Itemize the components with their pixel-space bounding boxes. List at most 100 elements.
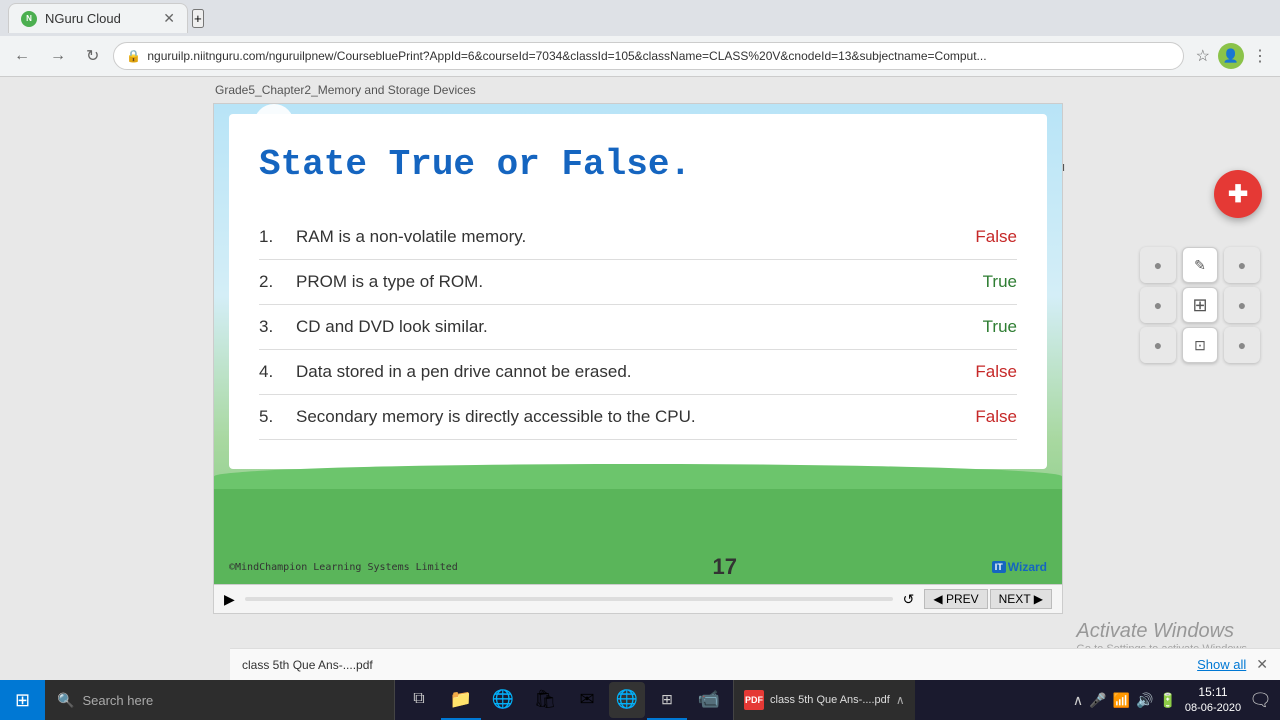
url-text: nguruilp.niitnguru.com/nguruilpnew/Cours… bbox=[147, 49, 986, 63]
questions-list: 1. RAM is a non-volatile memory. False 2… bbox=[259, 215, 1017, 440]
ft-edit-button[interactable]: ✎ bbox=[1182, 247, 1218, 283]
pdf-filename: class 5th Que Ans-....pdf bbox=[770, 694, 890, 706]
active-tab[interactable]: N NGuru Cloud ✕ bbox=[8, 3, 188, 33]
time-text: 15:11 bbox=[1185, 684, 1241, 701]
taskbar-app-itwindow[interactable]: ⊞ bbox=[647, 680, 687, 720]
taskbar-app-chrome[interactable]: 🌐 bbox=[609, 682, 645, 718]
new-tab-button[interactable]: + bbox=[192, 9, 204, 28]
ft-row-top: ● ✎ ● bbox=[1140, 247, 1260, 283]
ft-button-3[interactable]: ● bbox=[1140, 327, 1176, 363]
answer-4: False bbox=[975, 362, 1017, 382]
q-left-5: 5. Secondary memory is directly accessib… bbox=[259, 407, 696, 427]
menu-button[interactable]: ⋮ bbox=[1248, 42, 1272, 70]
taskbar-right: ∧ 🎤 📶 🔊 🔋 15:11 08-06-2020 🗨 bbox=[1065, 684, 1280, 716]
taskbar-chevron-icon[interactable]: ∧ bbox=[1073, 692, 1083, 709]
taskbar-battery-icon[interactable]: 🔋 bbox=[1159, 692, 1176, 709]
notification-strip: class 5th Que Ans-....pdf Show all ✕ bbox=[230, 648, 1280, 680]
answer-3: True bbox=[983, 317, 1017, 337]
ft-button-1[interactable]: ● bbox=[1140, 247, 1176, 283]
slide-wrapper: NIIT nguru State True or False. 1. RAM i… bbox=[214, 104, 1062, 584]
taskbar-app-explorer[interactable]: 📁 bbox=[441, 680, 481, 720]
start-icon: ⊞ bbox=[15, 690, 30, 711]
question-item-2: 2. PROM is a type of ROM. True bbox=[259, 260, 1017, 305]
ft-grid-button-left[interactable]: ● bbox=[1140, 287, 1176, 323]
date-text: 08-06-2020 bbox=[1185, 701, 1241, 716]
q-num-4: 4. bbox=[259, 362, 284, 382]
taskbar-app-taskview[interactable]: ⧉ bbox=[399, 680, 439, 720]
taskbar-search[interactable]: 🔍 Search here bbox=[45, 680, 395, 720]
tab-title: NGuru Cloud bbox=[45, 11, 121, 26]
address-bar: ← → ↻ 🔒 nguruilp.niitnguru.com/nguruilpn… bbox=[0, 36, 1280, 76]
q-text-2: PROM is a type of ROM. bbox=[296, 272, 483, 292]
back-button[interactable]: ← bbox=[8, 43, 36, 69]
taskbar-apps: ⧉ 📁 🌐 🛍 ✉ 🌐 ⊞ 📹 bbox=[395, 680, 733, 720]
slide-controls: ▶ ↺ ◀ PREV NEXT ▶ bbox=[213, 585, 1063, 614]
profile-button[interactable]: 👤 bbox=[1218, 43, 1244, 69]
ft-center-button[interactable]: ⊞ bbox=[1182, 287, 1218, 323]
ft-button-4[interactable]: ● bbox=[1224, 327, 1260, 363]
browser-chrome: N NGuru Cloud ✕ + ← → ↻ 🔒 nguruilp.niitn… bbox=[0, 0, 1280, 77]
q-left-4: 4. Data stored in a pen drive cannot be … bbox=[259, 362, 632, 382]
taskbar-notification-icon[interactable]: 🗨 bbox=[1249, 690, 1272, 711]
ft-grid-button-right[interactable]: ● bbox=[1224, 287, 1260, 323]
taskbar-mic-icon[interactable]: 🎤 bbox=[1089, 692, 1106, 709]
pdf-icon: PDF bbox=[744, 690, 764, 710]
q-left-2: 2. PROM is a type of ROM. bbox=[259, 272, 483, 292]
taskbar-search-text: Search here bbox=[82, 693, 153, 708]
taskbar-volume-icon[interactable]: 🔊 bbox=[1136, 692, 1153, 709]
ft-zoom-button[interactable]: ⊡ bbox=[1182, 327, 1218, 363]
q-num-3: 3. bbox=[259, 317, 284, 337]
notification-dismiss-button[interactable]: ✕ bbox=[1256, 656, 1268, 673]
reload-button[interactable]: ↻ bbox=[80, 42, 105, 70]
next-button[interactable]: NEXT ▶ bbox=[990, 589, 1052, 609]
taskbar-app-mail[interactable]: ✉ bbox=[567, 680, 607, 720]
tab-favicon: N bbox=[21, 11, 37, 27]
pdf-taskbar-item[interactable]: PDF class 5th Que Ans-....pdf ∧ bbox=[733, 680, 915, 720]
wizard-logo: IT Wizard bbox=[992, 560, 1047, 574]
slide-background: NIIT nguru State True or False. 1. RAM i… bbox=[214, 104, 1062, 584]
q-left-1: 1. RAM is a non-volatile memory. bbox=[259, 227, 526, 247]
taskbar-time[interactable]: 15:11 08-06-2020 bbox=[1185, 684, 1241, 716]
refresh-button[interactable]: ↺ bbox=[903, 591, 915, 608]
pdf-close-button[interactable]: ∧ bbox=[896, 693, 905, 707]
activate-windows-text: Activate Windows bbox=[1076, 620, 1250, 643]
fab-button[interactable]: ✚ bbox=[1214, 170, 1262, 218]
slide-content-area: State True or False. 1. RAM is a non-vol… bbox=[229, 114, 1047, 469]
taskbar-wifi-icon[interactable]: 📶 bbox=[1113, 692, 1130, 709]
show-all-button[interactable]: Show all bbox=[1197, 657, 1246, 672]
taskbar-app-ie[interactable]: 🌐 bbox=[483, 680, 523, 720]
forward-button[interactable]: → bbox=[44, 43, 72, 69]
browser-toolbar-icons: ☆ 👤 ⋮ bbox=[1192, 42, 1272, 70]
question-item-4: 4. Data stored in a pen drive cannot be … bbox=[259, 350, 1017, 395]
copyright-text: ©MindChampion Learning Systems Limited bbox=[229, 562, 458, 573]
progress-bar[interactable] bbox=[245, 597, 893, 601]
close-tab-button[interactable]: ✕ bbox=[163, 10, 175, 27]
taskbar-app-store[interactable]: 🛍 bbox=[525, 680, 565, 720]
taskbar-system-icons: ∧ 🎤 📶 🔊 🔋 bbox=[1073, 692, 1177, 709]
wizard-text: Wizard bbox=[1008, 560, 1047, 574]
q-text-4: Data stored in a pen drive cannot be era… bbox=[296, 362, 632, 382]
page-content: Grade5_Chapter2_Memory and Storage Devic… bbox=[0, 77, 1280, 715]
q-num-2: 2. bbox=[259, 272, 284, 292]
answer-1: False bbox=[975, 227, 1017, 247]
taskbar: ⊞ 🔍 Search here ⧉ 📁 🌐 🛍 ✉ 🌐 ⊞ 📹 PDF clas… bbox=[0, 680, 1280, 720]
prev-button[interactable]: ◀ PREV bbox=[924, 589, 987, 609]
slide-title: State True or False. bbox=[259, 144, 1017, 185]
slide-footer-bar: ©MindChampion Learning Systems Limited 1… bbox=[229, 554, 1047, 580]
bookmark-star-button[interactable]: ☆ bbox=[1192, 42, 1214, 70]
it-badge: IT bbox=[992, 561, 1006, 573]
answer-5: False bbox=[975, 407, 1017, 427]
url-bar[interactable]: 🔒 nguruilp.niitnguru.com/nguruilpnew/Cou… bbox=[113, 42, 1183, 70]
answer-2: True bbox=[983, 272, 1017, 292]
q-text-3: CD and DVD look similar. bbox=[296, 317, 488, 337]
ft-button-2[interactable]: ● bbox=[1224, 247, 1260, 283]
page-number: 17 bbox=[713, 554, 737, 580]
taskbar-app-camera[interactable]: 📹 bbox=[689, 680, 729, 720]
q-num-1: 1. bbox=[259, 227, 284, 247]
start-button[interactable]: ⊞ bbox=[0, 680, 45, 720]
question-item-5: 5. Secondary memory is directly accessib… bbox=[259, 395, 1017, 440]
breadcrumb: Grade5_Chapter2_Memory and Storage Devic… bbox=[0, 77, 1280, 103]
question-item-3: 3. CD and DVD look similar. True bbox=[259, 305, 1017, 350]
taskbar-search-icon: 🔍 bbox=[57, 692, 74, 709]
play-button[interactable]: ▶ bbox=[224, 591, 235, 608]
